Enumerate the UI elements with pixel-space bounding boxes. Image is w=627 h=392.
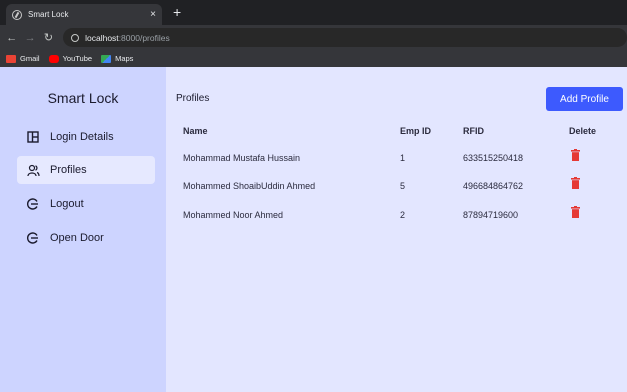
cell-rfid: 633515250418	[463, 153, 524, 163]
reload-icon[interactable]: ↻	[42, 31, 55, 44]
forward-icon[interactable]: →	[23, 32, 36, 44]
url-host: localhost	[85, 32, 119, 43]
browser-tab[interactable]: Smart Lock ×	[6, 4, 162, 25]
delete-icon[interactable]	[571, 149, 580, 161]
app: Smart Lock Login Details Profiles Logout…	[0, 67, 627, 392]
url-path: :8000/profiles	[118, 32, 170, 43]
app-brand: Smart Lock	[47, 90, 119, 106]
cell-emp-id: 5	[400, 181, 406, 191]
tab-title: Smart Lock	[28, 10, 69, 19]
sidebar-item-label: Profiles	[50, 164, 87, 176]
new-tab-button[interactable]: +	[173, 5, 181, 19]
bookmarks-bar: Gmail YouTube Maps	[0, 50, 627, 67]
column-header-rfid: RFID	[463, 126, 484, 136]
page-title: Profiles	[176, 93, 210, 104]
cell-name: Mohammed Noor Ahmed	[183, 210, 284, 220]
globe-icon	[12, 9, 22, 20]
sidebar-item-label: Login Details	[50, 131, 114, 143]
column-header-emp-id: Emp ID	[400, 126, 432, 136]
bookmark-youtube[interactable]: YouTube	[48, 54, 93, 63]
youtube-icon	[48, 54, 59, 63]
cell-rfid: 496684864762	[463, 181, 524, 191]
cell-rfid: 87894719600	[463, 210, 519, 220]
cell-name: Mohammad Mustafa Hussain	[183, 153, 301, 163]
url-input[interactable]: localhost:8000/profiles	[63, 28, 627, 47]
users-icon	[26, 163, 40, 177]
bookmark-label: YouTube	[62, 54, 93, 63]
cell-emp-id: 1	[400, 153, 406, 163]
add-profile-button[interactable]: Add Profile	[546, 87, 623, 111]
delete-icon[interactable]	[571, 206, 580, 218]
column-header-name: Name	[183, 126, 208, 136]
back-icon[interactable]: ←	[5, 32, 18, 44]
bookmark-label: Gmail	[20, 54, 40, 63]
sidebar-item-profiles[interactable]: Profiles	[17, 156, 155, 184]
sidebar-item-login-details[interactable]: Login Details	[17, 123, 155, 151]
sidebar-item-label: Open Door	[50, 232, 104, 244]
sidebar-item-label: Logout	[50, 198, 84, 210]
bookmark-maps[interactable]: Maps	[101, 54, 133, 63]
delete-icon[interactable]	[571, 177, 580, 189]
bookmark-label: Maps	[115, 54, 134, 63]
sidebar-item-open-door[interactable]: Open Door	[17, 224, 155, 252]
sidebar: Smart Lock Login Details Profiles Logout…	[0, 67, 166, 392]
address-bar-row: ← → ↻ localhost:8000/profiles	[0, 25, 627, 50]
cell-name: Mohammed ShoaibUddin Ahmed	[183, 181, 316, 191]
bookmark-gmail[interactable]: Gmail	[6, 54, 40, 63]
door-icon	[26, 231, 40, 245]
table-icon	[26, 130, 40, 144]
maps-icon	[101, 54, 112, 63]
gmail-icon	[6, 54, 16, 63]
column-header-delete: Delete	[569, 126, 597, 136]
site-info-icon[interactable]	[71, 33, 80, 42]
sidebar-item-logout[interactable]: Logout	[17, 190, 155, 218]
browser-tab-bar: Smart Lock × +	[0, 0, 627, 25]
logout-icon	[26, 197, 40, 211]
cell-emp-id: 2	[400, 210, 406, 220]
main-content: Profiles Add Profile Name Emp ID RFID De…	[166, 67, 627, 392]
tab-close-icon[interactable]: ×	[150, 9, 156, 20]
